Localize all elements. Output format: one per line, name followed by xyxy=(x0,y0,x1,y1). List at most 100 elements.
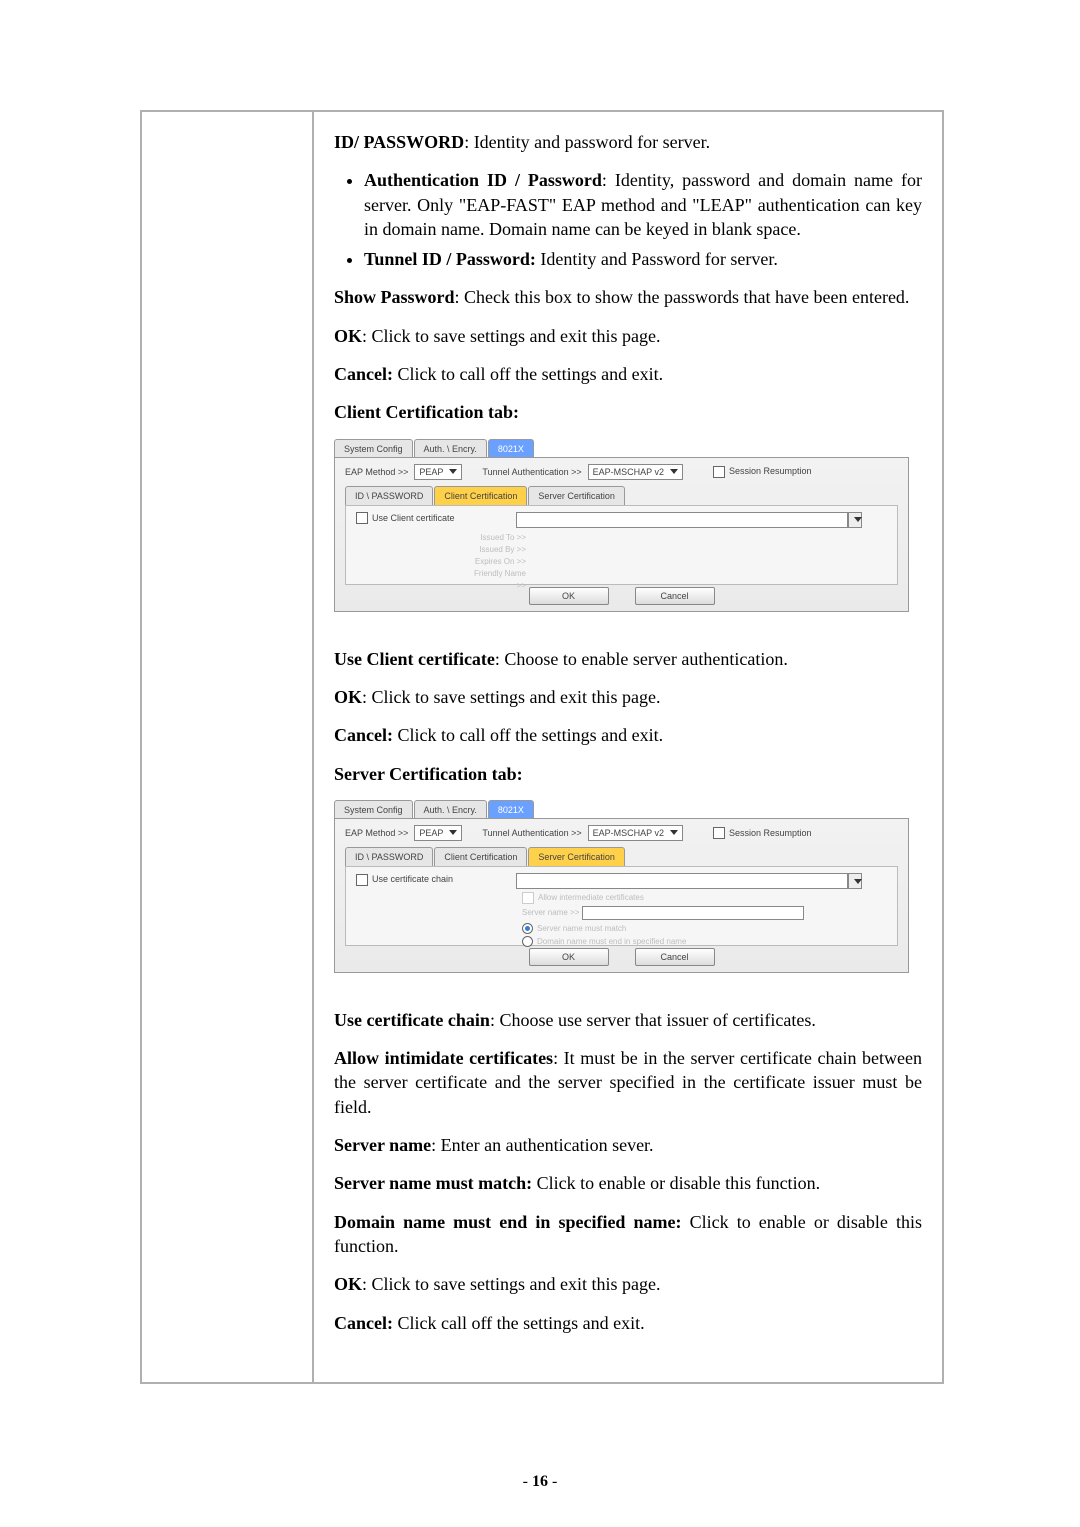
server-name-input[interactable] xyxy=(582,906,804,920)
checkbox-icon xyxy=(713,466,725,478)
subtab-id-password[interactable]: ID \ PASSWORD xyxy=(345,847,433,866)
auth-h: Authentication ID / Password xyxy=(364,170,602,190)
subtab-server-cert[interactable]: Server Certification xyxy=(528,847,625,866)
srvname-t: : Enter an authentication sever. xyxy=(431,1135,653,1155)
ca-select[interactable] xyxy=(516,873,848,889)
client-tab-h: Client Certification tab: xyxy=(334,402,519,422)
para-cancel2: Cancel: Click to call off the settings a… xyxy=(334,723,922,747)
tab-8021x[interactable]: 8021X xyxy=(488,439,534,457)
heading-client-tab: Client Certification tab: xyxy=(334,400,922,424)
tunnel-auth-select[interactable]: EAP-MSCHAP v2 xyxy=(588,464,683,480)
radio-domain-label: Domain name must end in specified name xyxy=(537,937,686,946)
session-resumption-label: Session Resumption xyxy=(729,828,812,838)
use-cert-chain-label: Use certificate chain xyxy=(372,874,453,884)
panel-8021x: EAP Method >> PEAP Tunnel Authentication… xyxy=(334,457,909,612)
cancel-t2: Click to call off the settings and exit. xyxy=(393,725,663,745)
match-h: Server name must match: xyxy=(334,1173,532,1193)
para-match: Server name must match: Click to enable … xyxy=(334,1171,922,1195)
ok-button[interactable]: OK xyxy=(529,587,609,605)
ok-t1: : Click to save settings and exit this p… xyxy=(362,326,660,346)
tab-8021x[interactable]: 8021X xyxy=(488,800,534,818)
checkbox-icon xyxy=(713,827,725,839)
para-idpw: ID/ PASSWORD: Identity and password for … xyxy=(334,130,922,154)
bullet-list: Authentication ID / Password: Identity, … xyxy=(334,168,922,271)
allow-inter-label: Allow intermediate certificates xyxy=(538,893,644,902)
eap-method-value: PEAP xyxy=(419,466,443,478)
tab-auth-encry[interactable]: Auth. \ Encry. xyxy=(414,800,487,818)
allow-h: Allow intimidate certificates xyxy=(334,1048,553,1068)
use-client-cert-option[interactable]: Use Client certificate xyxy=(356,513,455,523)
cancel-button[interactable]: Cancel xyxy=(635,948,715,966)
pagenum-prefix: - xyxy=(523,1473,532,1490)
doc-table-frame: ID/ PASSWORD: Identity and password for … xyxy=(140,110,944,1384)
radio-domain-row[interactable]: Domain name must end in specified name xyxy=(522,935,804,948)
session-resumption-option[interactable]: Session Resumption xyxy=(713,827,812,840)
cancel-button[interactable]: Cancel xyxy=(635,587,715,605)
server-name-row: Server name >> xyxy=(522,906,804,920)
subpanel-server-cert: Use certificate chain Allow intermediate… xyxy=(345,866,898,946)
srvname-h: Server name xyxy=(334,1135,431,1155)
radio-match-row[interactable]: Server name must match xyxy=(522,922,804,935)
ok-button[interactable]: OK xyxy=(529,948,609,966)
screenshot-client-cert: System Config Auth. \ Encry. 8021X EAP M… xyxy=(334,439,909,629)
subtab-client-cert[interactable]: Client Certification xyxy=(434,486,527,505)
para-srvname: Server name: Enter an authentication sev… xyxy=(334,1133,922,1157)
showpw-t: : Check this box to show the passwords t… xyxy=(455,287,910,307)
server-tab-h: Server Certification tab: xyxy=(334,764,523,784)
usecert-h: Use Client certificate xyxy=(334,649,495,669)
chevron-down-icon xyxy=(854,879,862,884)
tab-system-config[interactable]: System Config xyxy=(334,439,413,457)
tab-system-config[interactable]: System Config xyxy=(334,800,413,818)
tunnel-t: Identity and Password for server. xyxy=(536,249,778,269)
chevron-down-icon xyxy=(449,469,457,474)
checkbox-icon xyxy=(356,874,368,886)
use-client-cert-label: Use Client certificate xyxy=(372,513,455,523)
tunnel-auth-value: EAP-MSCHAP v2 xyxy=(593,466,664,478)
panel-8021x: EAP Method >> PEAP Tunnel Authentication… xyxy=(334,818,909,973)
para-usechain: Use certificate chain: Choose use server… xyxy=(334,1008,922,1032)
ok-h2: OK xyxy=(334,687,362,707)
eap-method-label: EAP Method >> xyxy=(345,466,408,478)
tunnel-h: Tunnel ID / Password: xyxy=(364,249,536,269)
pagenum-suffix: - xyxy=(548,1473,557,1490)
bullet-auth: Authentication ID / Password: Identity, … xyxy=(364,168,922,241)
para-ok2: OK: Click to save settings and exit this… xyxy=(334,685,922,709)
use-cert-chain-option[interactable]: Use certificate chain xyxy=(356,874,453,884)
chevron-down-icon xyxy=(449,830,457,835)
ok-h3: OK xyxy=(334,1274,362,1294)
subtab-server-cert[interactable]: Server Certification xyxy=(528,486,625,505)
usecert-t: : Choose to enable server authentication… xyxy=(495,649,788,669)
cancel-t1: Click to call off the settings and exit. xyxy=(393,364,663,384)
expires-label: Expires On >> xyxy=(466,556,526,568)
radio-icon xyxy=(522,923,533,934)
cancel-h3: Cancel: xyxy=(334,1313,393,1333)
ok-t2: : Click to save settings and exit this p… xyxy=(362,687,660,707)
tab-auth-encry[interactable]: Auth. \ Encry. xyxy=(414,439,487,457)
subtab-id-password[interactable]: ID \ PASSWORD xyxy=(345,486,433,505)
tunnel-auth-label: Tunnel Authentication >> xyxy=(482,827,581,839)
issued-by-label: Issued By >> xyxy=(466,544,526,556)
showpw-h: Show Password xyxy=(334,287,455,307)
radio-match-label: Server name must match xyxy=(537,924,626,933)
domain-h: Domain name must end in specified name: xyxy=(334,1212,682,1232)
pagenum-value: 16 xyxy=(532,1473,548,1490)
tunnel-auth-label: Tunnel Authentication >> xyxy=(482,466,581,478)
client-cert-dropdown[interactable] xyxy=(848,512,862,528)
ca-dropdown[interactable] xyxy=(848,873,862,889)
ok-t3: : Click to save settings and exit this p… xyxy=(362,1274,660,1294)
match-t: Click to enable or disable this function… xyxy=(532,1173,820,1193)
subtab-client-cert[interactable]: Client Certification xyxy=(434,847,527,866)
para-cancel1: Cancel: Click to call off the settings a… xyxy=(334,362,922,386)
chevron-down-icon xyxy=(670,469,678,474)
allow-inter-option[interactable]: Allow intermediate certificates xyxy=(522,891,804,904)
eap-method-select[interactable]: PEAP xyxy=(414,825,462,841)
table-left-col xyxy=(142,112,314,1382)
session-resumption-option[interactable]: Session Resumption xyxy=(713,465,812,478)
cancel-t3: Click call off the settings and exit. xyxy=(393,1313,645,1333)
eap-method-select[interactable]: PEAP xyxy=(414,464,462,480)
para-usecert: Use Client certificate: Choose to enable… xyxy=(334,647,922,671)
radio-icon xyxy=(522,936,533,947)
client-cert-select[interactable] xyxy=(516,512,848,528)
tunnel-auth-select[interactable]: EAP-MSCHAP v2 xyxy=(588,825,683,841)
para-ok3: OK: Click to save settings and exit this… xyxy=(334,1272,922,1296)
